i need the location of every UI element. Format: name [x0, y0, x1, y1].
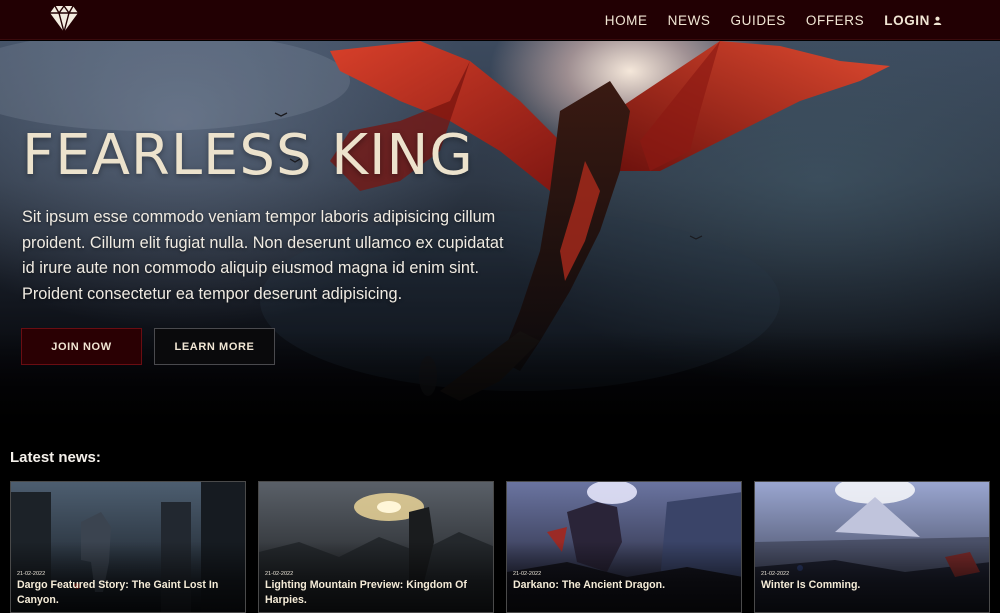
latest-news-heading: Latest news: — [10, 449, 101, 466]
nav-offers-link[interactable]: OFFERS — [806, 13, 864, 28]
news-card[interactable]: 21-02-2022 Dargo Featured Story: The Gai… — [10, 481, 246, 613]
news-card-title: Darkano: The Ancient Dragon. — [513, 579, 666, 591]
hero-description: Sit ipsum esse commodo veniam tempor lab… — [22, 208, 504, 304]
news-card-date: 21-02-2022 — [761, 571, 790, 577]
hero-title: FEARLESS KING — [22, 123, 474, 188]
top-navbar: HOME NEWS GUIDES OFFERS LOGIN — [0, 0, 1000, 40]
news-card-overlay — [755, 482, 989, 612]
nav-news-link[interactable]: NEWS — [668, 13, 711, 28]
join-now-button[interactable]: JOIN NOW — [21, 328, 142, 365]
main-menu: HOME NEWS GUIDES OFFERS LOGIN — [585, 0, 942, 40]
user-icon — [933, 16, 942, 25]
news-card-title: Dargo Featured Story: The Gaint Lost In … — [17, 579, 219, 606]
nav-home-link[interactable]: HOME — [605, 13, 648, 28]
login-label: LOGIN — [884, 12, 930, 28]
news-card[interactable]: 21-02-2022 Winter Is Comming. — [754, 481, 990, 613]
hero-banner: FEARLESS KING Sit ipsum esse commodo ven… — [0, 41, 1000, 441]
news-card-date: 21-02-2022 — [265, 571, 294, 577]
news-card-date: 21-02-2022 — [513, 571, 542, 577]
nav-login-link[interactable]: LOGIN — [884, 13, 942, 28]
news-card-title: Winter Is Comming. — [761, 579, 861, 591]
diamond-logo-icon[interactable] — [49, 5, 79, 33]
news-card-title: Lighting Mountain Preview: Kingdom Of Ha… — [265, 579, 467, 606]
nav-guides-link[interactable]: GUIDES — [731, 13, 786, 28]
news-card-overlay — [507, 482, 741, 612]
news-card-date: 21-02-2022 — [17, 571, 46, 577]
news-card[interactable]: 21-02-2022 Darkano: The Ancient Dragon. — [506, 481, 742, 613]
learn-more-button[interactable]: LEARN MORE — [154, 328, 275, 365]
news-card[interactable]: 21-02-2022 Lighting Mountain Preview: Ki… — [258, 481, 494, 613]
